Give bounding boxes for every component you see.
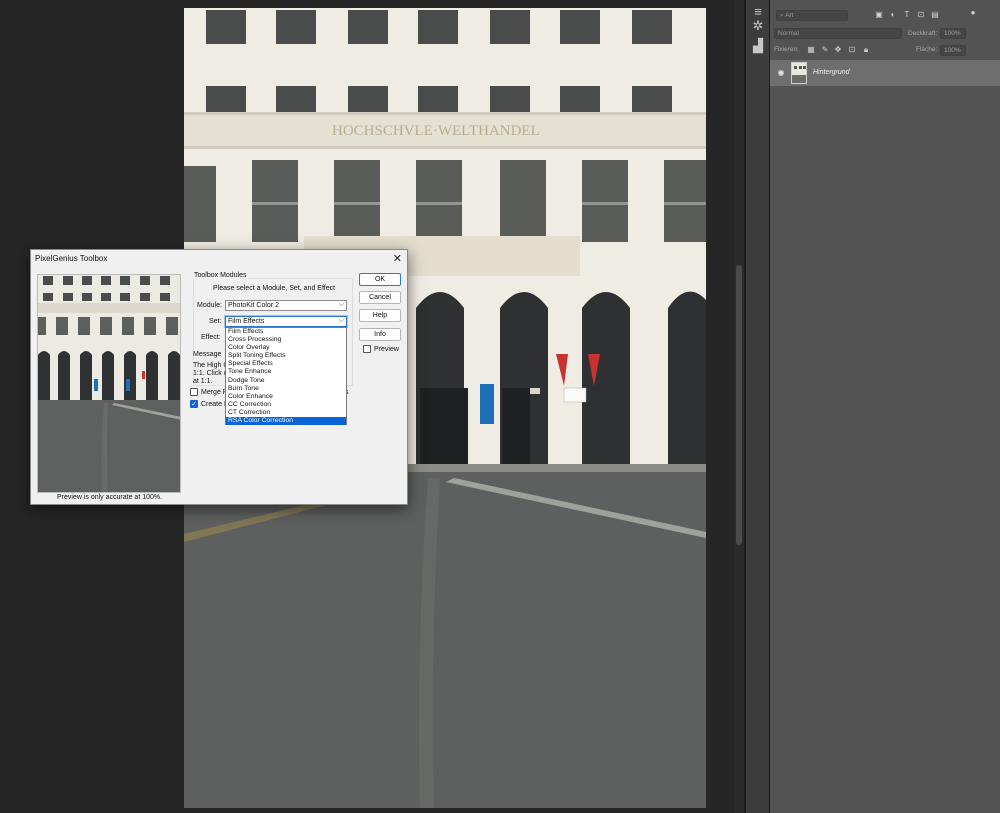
panel-icon-strip: ≡ ✲ ▟	[746, 0, 770, 813]
instruction-text: Please select a Module, Set, and Effect	[213, 285, 336, 292]
pixel-filter-icon[interactable]: ▣	[874, 10, 884, 20]
visibility-eye-icon[interactable]: ◉	[776, 68, 786, 78]
layer-thumbnail[interactable]	[791, 62, 807, 84]
set-select-value: Film Effects	[228, 318, 265, 325]
histogram-icon[interactable]: ▟	[750, 38, 766, 54]
set-select[interactable]: Film Effects ⌵	[225, 316, 347, 327]
help-button[interactable]: Help	[359, 309, 401, 322]
preview-checkbox[interactable]	[363, 345, 371, 353]
fill-value: 100%	[944, 47, 961, 54]
opacity-label: Deckkraft:	[908, 30, 938, 37]
filter-toggle-icon[interactable]: ●	[968, 8, 978, 18]
opacity-value: 100%	[944, 30, 961, 37]
lock-all-icon[interactable]: 🔒︎	[861, 45, 871, 55]
lock-label: Fixieren:	[774, 46, 799, 53]
layer-thumbnail-image	[792, 63, 806, 83]
lock-transparent-icon[interactable]: ▦	[806, 45, 816, 55]
dropdown-option[interactable]: Split Toning Effects	[226, 352, 346, 360]
blend-mode-value: Normal	[778, 30, 799, 37]
text-filter-icon[interactable]: T	[902, 10, 912, 20]
smartobject-filter-icon[interactable]: ▤	[930, 10, 940, 20]
chevron-down-icon: ⌵	[338, 317, 344, 324]
lock-position-icon[interactable]: ✥	[833, 45, 843, 55]
preview-checkbox-label: Preview	[374, 346, 399, 353]
message-line-2: 1:1. Click o	[193, 370, 228, 377]
set-label: Set:	[209, 318, 222, 325]
effect-label: Effect:	[201, 334, 221, 341]
create-layer-checkbox[interactable]: ✓	[190, 400, 198, 408]
filter-type-label: Art	[785, 12, 794, 19]
module-label: Module:	[197, 302, 222, 309]
blend-mode-select[interactable]: Normal	[774, 28, 902, 39]
message-line-1: The High Q	[193, 362, 229, 369]
ok-button[interactable]: OK	[359, 273, 401, 286]
shape-filter-icon[interactable]: ⊡	[916, 10, 926, 20]
set-dropdown-list[interactable]: Film Effects Cross Processing Color Over…	[225, 327, 347, 426]
layers-panel: ⌕ Art ▣ ◐ T ⊡ ▤ ● Normal Deckkraft: 100%…	[770, 0, 1000, 813]
dropdown-option[interactable]: Color Enhance	[226, 393, 346, 401]
layer-filter-row: ⌕ Art ▣ ◐ T ⊡ ▤ ●	[770, 8, 1000, 25]
adjustment-filter-icon[interactable]: ◐	[888, 10, 898, 20]
dropdown-option[interactable]: CT Correction	[226, 409, 346, 417]
dropdown-option[interactable]: Film Effects	[226, 328, 346, 336]
message-line-3: at 1:1.	[193, 378, 213, 385]
adjustments-icon[interactable]: ✲	[750, 18, 766, 34]
dialog-title: PixelGenius Toolbox	[35, 254, 108, 263]
merge-label: Merge R	[201, 389, 228, 396]
facade-inscription: HOCHSCHVLE·WELTHANDEL	[332, 123, 540, 139]
fill-field[interactable]: 100%	[940, 45, 966, 56]
opacity-field[interactable]: 100%	[940, 28, 966, 39]
lock-artboard-icon[interactable]: ⊡	[847, 45, 857, 55]
layer-filter-field[interactable]: ⌕ Art	[776, 10, 848, 21]
preview-caption: Preview is only accurate at 100%.	[57, 494, 163, 501]
layer-row[interactable]: ◉ Hintergrund	[770, 60, 1000, 86]
lock-pixels-icon[interactable]: ✎	[820, 45, 830, 55]
info-button[interactable]: Info	[359, 328, 401, 341]
lock-row: Fixieren: ▦ ✎ ✥ ⊡ 🔒︎ Fläche: 100%	[770, 43, 1000, 60]
scrollbar-thumb[interactable]	[736, 265, 742, 545]
dropdown-option[interactable]: Special Effects	[226, 360, 346, 368]
vertical-scrollbar[interactable]	[734, 0, 744, 813]
dropdown-option[interactable]: Tone Enhance	[226, 368, 346, 376]
create-label: Create L	[201, 401, 228, 408]
fill-label: Fläche:	[916, 46, 938, 53]
chevron-down-icon: ⌵	[338, 301, 344, 308]
module-select-value: PhotoKit Color 2	[228, 302, 279, 309]
pixelgenius-toolbox-dialog: PixelGenius Toolbox ✕ Preview is only ac…	[30, 249, 408, 505]
dropdown-option[interactable]: Cross Processing	[226, 336, 346, 344]
preview-building-image	[38, 275, 180, 492]
preview-image	[37, 274, 181, 493]
layer-name[interactable]: Hintergrund	[813, 69, 850, 76]
dropdown-option-selected[interactable]: RSA Color Correction	[226, 417, 346, 426]
close-icon[interactable]: ✕	[393, 252, 402, 265]
module-select[interactable]: PhotoKit Color 2 ⌵	[225, 300, 347, 311]
cancel-button[interactable]: Cancel	[359, 291, 401, 304]
dropdown-option[interactable]: CC Correction	[226, 401, 346, 409]
dropdown-option[interactable]: Dodge Tone	[226, 377, 346, 385]
dropdown-option[interactable]: Burn Tone	[226, 385, 346, 393]
toolbox-modules-label: Toolbox Modules	[193, 272, 248, 279]
dropdown-option[interactable]: Color Overlay	[226, 344, 346, 352]
message-label: Message	[193, 351, 222, 358]
merge-checkbox[interactable]	[190, 388, 198, 396]
blend-row: Normal Deckkraft: 100%	[770, 26, 1000, 43]
